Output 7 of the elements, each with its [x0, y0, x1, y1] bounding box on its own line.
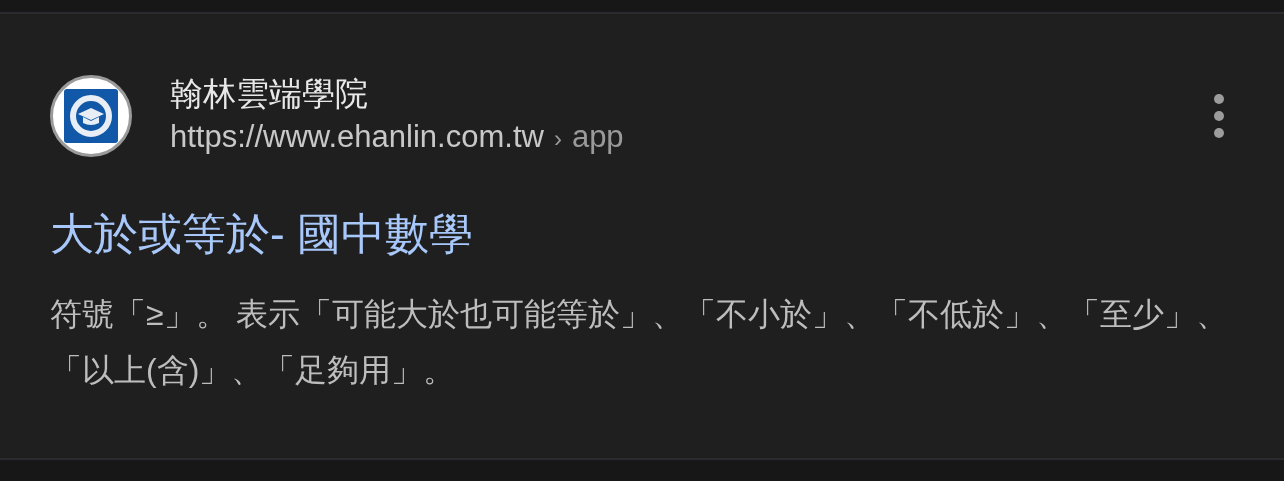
breadcrumb-separator: › — [553, 124, 562, 154]
breadcrumb: app — [571, 118, 624, 156]
result-title-link[interactable]: 大於或等於- 國中數學 — [50, 209, 473, 258]
result-snippet: 符號「≥」。 表示「可能大於也可能等於」、「不小於」、「不低於」、「至少」、「以上(含)」、「足夠用」。 — [50, 295, 1230, 390]
site-name: 翰林雲端學院 — [170, 74, 369, 114]
more-options-icon[interactable] — [1212, 94, 1226, 138]
site-url: https://www.ehanlin.com.tw — [170, 118, 544, 156]
